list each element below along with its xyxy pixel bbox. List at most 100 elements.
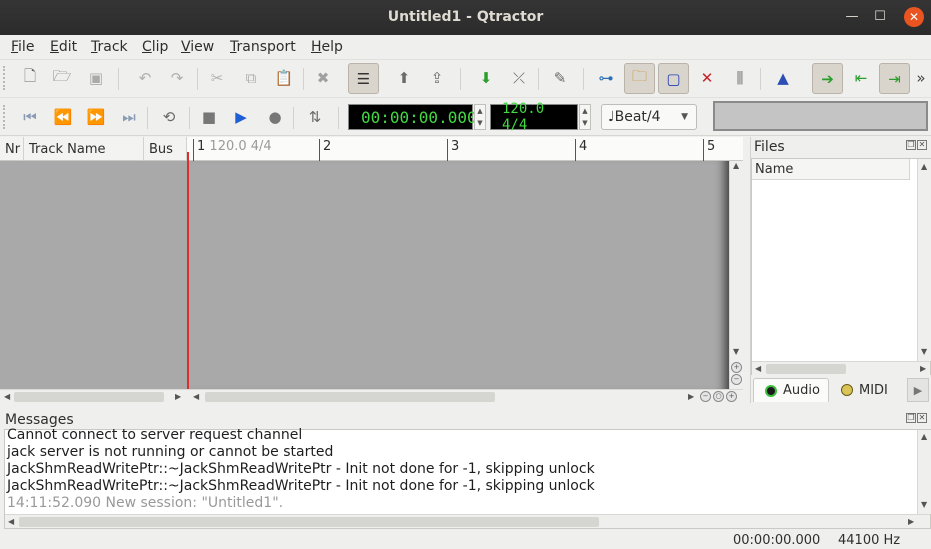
- files-panel-title: Files: [754, 139, 785, 155]
- messages-hscrollbar[interactable]: ◀ ▶: [5, 514, 930, 528]
- backward-start-icon[interactable]: ⏮: [16, 103, 44, 131]
- menu-file[interactable]: File: [11, 39, 34, 55]
- tempo-spinner[interactable]: ▲ ▼: [579, 104, 591, 130]
- snap-combo[interactable]: ♩ Beat/4 ▼: [601, 104, 697, 130]
- track-list[interactable]: Nr Track Name Bus ◀ ▶: [0, 137, 187, 403]
- track-list-hscrollbar[interactable]: ◀ ▶: [0, 389, 187, 403]
- minimize-button[interactable]: —: [842, 7, 862, 27]
- punch-icon[interactable]: ⇅: [301, 103, 329, 131]
- menu-bar: File Edit Track Clip View Transport Help: [0, 35, 931, 59]
- bar-marker: 4: [575, 139, 587, 161]
- time-display[interactable]: 00:00:00.000: [348, 104, 477, 130]
- zoom-in-horizontal-icon[interactable]: +: [726, 391, 737, 402]
- files-column-name[interactable]: Name: [752, 159, 910, 180]
- files-vscrollbar[interactable]: ▲ ▼: [917, 159, 931, 361]
- paste-icon[interactable]: 📋: [270, 64, 298, 92]
- menu-help[interactable]: Help: [311, 39, 343, 55]
- set-left-icon[interactable]: ⇤: [847, 64, 875, 92]
- messages-log[interactable]: Cannot connect to server request channel…: [4, 427, 931, 529]
- record-icon[interactable]: ●: [261, 103, 289, 131]
- play-icon[interactable]: ▶: [227, 103, 255, 131]
- rewind-icon[interactable]: ⏪: [49, 103, 77, 131]
- menu-edit[interactable]: Edit: [50, 39, 77, 55]
- transport-grip[interactable]: [3, 105, 7, 129]
- undo-icon[interactable]: ↶: [131, 64, 159, 92]
- panel-splitter[interactable]: [0, 403, 931, 411]
- files-hscrollbar[interactable]: ◀ ▶: [752, 361, 930, 375]
- redo-icon[interactable]: ↷: [163, 64, 191, 92]
- track-canvas[interactable]: [187, 161, 729, 389]
- tempo-display[interactable]: 120.0 4/4: [490, 101, 578, 133]
- open-icon[interactable]: 🗁: [48, 64, 76, 92]
- column-header-nr[interactable]: Nr: [0, 137, 24, 161]
- menu-track[interactable]: Track: [91, 39, 128, 55]
- fast-forward-icon[interactable]: ⏩: [82, 103, 110, 131]
- menu-view[interactable]: View: [181, 39, 214, 55]
- message-line: 14:11:52.090 New session: "Untitled1".: [7, 495, 284, 511]
- bar-marker: 2: [319, 139, 331, 161]
- menu-transport[interactable]: Transport: [230, 39, 296, 55]
- remove-track-icon[interactable]: ⤫: [505, 64, 533, 92]
- follow-playhead-icon[interactable]: ➔: [812, 63, 843, 94]
- message-line: JackShmReadWritePtr::~JackShmReadWritePt…: [7, 478, 595, 494]
- stop-icon[interactable]: ■: [195, 103, 223, 131]
- snap-value: Beat/4: [614, 109, 661, 125]
- save-icon[interactable]: ▣: [82, 64, 110, 92]
- messages-dock-buttons[interactable]: ❐ ✕: [905, 413, 927, 423]
- new-icon[interactable]: 🗋: [16, 64, 44, 92]
- track-view[interactable]: 1 120.0 4/4 2 3 4 5 ▲ ▼ + − ◀ ▶ − ○ +: [187, 137, 743, 403]
- forward-end-icon[interactable]: ⏭: [115, 103, 143, 131]
- float-icon: ❐: [906, 140, 916, 150]
- cross-icon[interactable]: ✕: [693, 64, 721, 92]
- toolbar-overflow-button[interactable]: »: [912, 64, 930, 92]
- zoom-out-icon[interactable]: −: [731, 374, 742, 385]
- title-bar: Untitled1 - Qtractor — ☐ ✕: [0, 0, 931, 35]
- loop-icon[interactable]: ⟲: [155, 103, 183, 131]
- bar-marker: 1 120.0 4/4: [193, 139, 272, 161]
- delete-icon[interactable]: ✖: [309, 64, 337, 92]
- track-view-vscrollbar[interactable]: ▲ ▼ + −: [729, 161, 743, 389]
- close-button[interactable]: ✕: [904, 7, 924, 27]
- track-view-hscrollbar[interactable]: ◀ ▶ − ○ +: [187, 389, 743, 403]
- chevron-down-icon: ▼: [681, 112, 688, 122]
- files-dock-buttons[interactable]: ❐ ✕: [905, 140, 927, 150]
- time-ruler[interactable]: 1 120.0 4/4 2 3 4 5: [187, 137, 743, 161]
- message-line: JackShmReadWritePtr::~JackShmReadWritePt…: [7, 461, 595, 477]
- level-meter: [713, 101, 928, 131]
- edit-clip-icon[interactable]: ✎: [546, 64, 574, 92]
- column-header-track-name[interactable]: Track Name: [24, 137, 144, 161]
- copy-icon[interactable]: ⧉: [237, 64, 265, 92]
- column-header-bus[interactable]: Bus: [144, 137, 187, 161]
- maximize-button[interactable]: ☐: [870, 7, 890, 27]
- window-title: Untitled1 - Qtractor: [387, 9, 544, 25]
- files-icon[interactable]: 🗀: [624, 63, 655, 94]
- set-right-icon[interactable]: ⇥: [879, 63, 910, 94]
- tab-audio[interactable]: Audio: [753, 378, 829, 402]
- time-spinner[interactable]: ▲ ▼: [474, 104, 486, 130]
- menu-clip[interactable]: Clip: [142, 39, 168, 55]
- select-mode-icon[interactable]: ☰: [348, 63, 379, 94]
- import-icon[interactable]: ⬇: [472, 64, 500, 92]
- zoom-in-icon[interactable]: +: [731, 362, 742, 373]
- playhead-marker[interactable]: [187, 152, 189, 389]
- status-sample-rate: 44100 Hz: [838, 533, 901, 548]
- files-panel: Files ❐ ✕ Name ▲ ▼ ◀ ▶ Audio MIDI ▶: [750, 137, 931, 403]
- close-icon: ✕: [917, 413, 927, 423]
- zoom-reset-icon[interactable]: ○: [713, 391, 724, 402]
- connections-icon[interactable]: ⊶: [592, 64, 620, 92]
- messages-vscrollbar[interactable]: ▲ ▼: [917, 430, 931, 514]
- mixer-icon[interactable]: ▢: [658, 63, 689, 94]
- add-track-icon[interactable]: ⬆: [390, 64, 418, 92]
- main-toolbar: 🗋 🗁 ▣ ↶ ↷ ✂ ⧉ 📋 ✖ ☰ ⬆ ⇪ ⬇ ⤫ ✎ ⊶ 🗀 ▢ ✕ ⫼ …: [0, 59, 931, 97]
- metronome-icon[interactable]: ▲: [769, 64, 797, 92]
- tab-scroll-right-icon[interactable]: ▶: [907, 378, 929, 402]
- files-tabbar: Audio MIDI ▶: [751, 378, 931, 403]
- tab-midi[interactable]: MIDI: [841, 378, 911, 402]
- cut-icon[interactable]: ✂: [203, 64, 231, 92]
- audio-icon: [765, 384, 777, 397]
- track-properties-icon[interactable]: ⇪: [423, 64, 451, 92]
- zoom-out-horizontal-icon[interactable]: −: [700, 391, 711, 402]
- toolbar-grip[interactable]: [3, 66, 7, 90]
- plugins-icon[interactable]: ⫼: [726, 64, 754, 92]
- files-tree[interactable]: Name ▲ ▼ ◀ ▶: [751, 158, 931, 375]
